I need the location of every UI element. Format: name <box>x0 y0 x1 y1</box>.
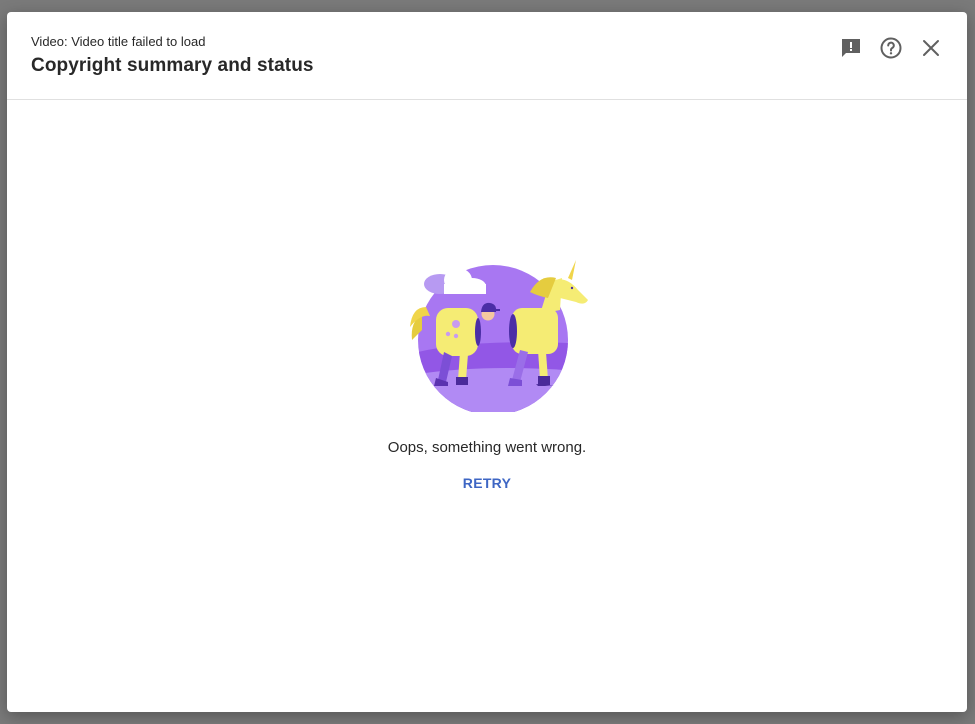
close-button[interactable] <box>911 28 951 68</box>
feedback-icon <box>842 39 860 57</box>
error-message: Oops, something went wrong. <box>387 439 587 456</box>
header-actions <box>831 28 951 68</box>
video-subtitle: Video: Video title failed to load <box>31 34 206 49</box>
dialog-title: Copyright summary and status <box>31 55 314 76</box>
close-icon <box>923 40 939 56</box>
copyright-dialog: Video: Video title failed to load Copyri… <box>7 12 967 712</box>
retry-button[interactable]: RETRY <box>455 471 519 495</box>
dialog-header: Video: Video title failed to load Copyri… <box>7 12 967 100</box>
help-icon <box>880 37 902 59</box>
retry-container: RETRY <box>7 471 967 495</box>
dialog-content: Oops, something went wrong. RETRY <box>7 100 967 712</box>
feedback-button[interactable] <box>831 28 871 68</box>
unicorn-error-illustration <box>410 260 588 412</box>
help-button[interactable] <box>871 28 911 68</box>
